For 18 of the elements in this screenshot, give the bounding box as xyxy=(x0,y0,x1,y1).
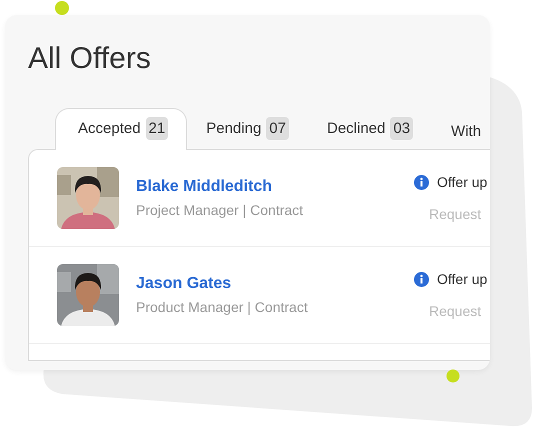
accent-dot xyxy=(55,1,69,15)
candidate-name-link[interactable]: Jason Gates xyxy=(136,275,414,293)
tab[interactable]: With xyxy=(432,114,490,150)
candidate-role: Project Manager | Contract xyxy=(136,202,304,218)
candidate-name-link[interactable]: Blake Middleditch xyxy=(136,178,414,196)
count-badge: 07 xyxy=(266,117,289,140)
count-badge: 03 xyxy=(390,117,414,140)
page-title: All Offers xyxy=(27,41,152,76)
status-text: Offer up xyxy=(437,271,488,287)
status-note: Request xyxy=(429,206,482,222)
status-text: Offer up xyxy=(437,174,488,190)
info-icon xyxy=(414,174,429,190)
tab[interactable]: Accepted 21 xyxy=(55,108,188,150)
info-icon xyxy=(414,272,429,286)
candidate-role: Product Manager | Contract xyxy=(136,299,309,315)
accent-dot xyxy=(446,370,460,382)
count-badge: 21 xyxy=(146,117,168,140)
status-note: Request xyxy=(429,303,482,319)
